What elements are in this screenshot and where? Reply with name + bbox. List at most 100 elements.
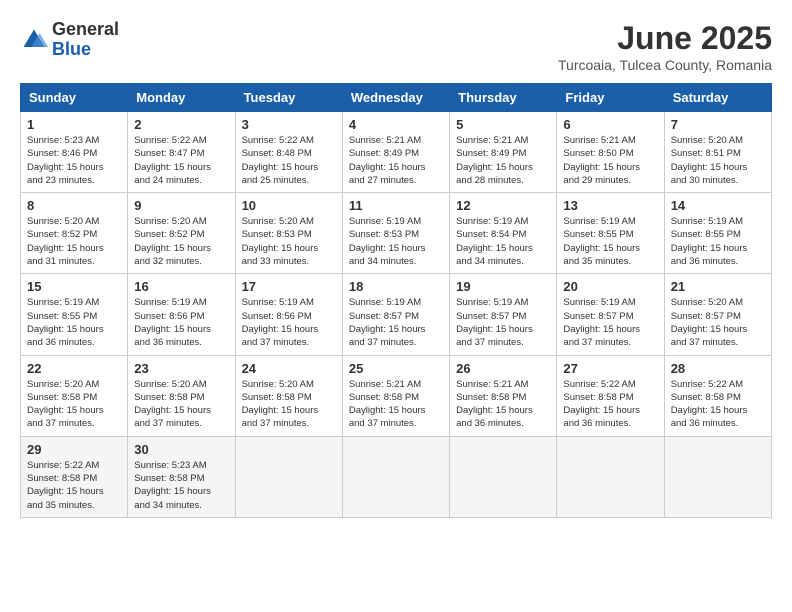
location: Turcoaia, Tulcea County, Romania	[558, 57, 772, 73]
logo-general: General	[52, 20, 119, 40]
calendar-week-row: 15Sunrise: 5:19 AM Sunset: 8:55 PM Dayli…	[21, 274, 772, 355]
col-monday: Monday	[128, 84, 235, 112]
day-info: Sunrise: 5:22 AM Sunset: 8:58 PM Dayligh…	[27, 459, 121, 512]
calendar-cell: 26Sunrise: 5:21 AM Sunset: 8:58 PM Dayli…	[450, 355, 557, 436]
day-number: 14	[671, 198, 765, 213]
calendar-cell: 12 Sunrise: 5:19 AM Sunset: 8:54 PM Dayli…	[450, 193, 557, 274]
calendar-cell: 25 Sunrise: 5:21 AM Sunset: 8:58 PM Dayli…	[342, 355, 449, 436]
day-number: 11	[349, 198, 443, 213]
day-number: 16	[134, 279, 228, 294]
day-info: Sunrise: 5:22 AM Sunset: 8:58 PM Dayligh…	[671, 378, 765, 431]
day-info: Sunrise: 5:22 AM Sunset: 8:58 PM Dayligh…	[563, 378, 657, 431]
day-number: 20	[563, 279, 657, 294]
logo-text: General Blue	[52, 20, 119, 60]
day-info: Sunrise: 5:20 AM Sunset: 8:52 PM Dayligh…	[134, 215, 228, 268]
calendar-cell: 24Sunrise: 5:20 AM Sunset: 8:58 PM Dayli…	[235, 355, 342, 436]
day-info: Sunrise: 5:21 AM Sunset: 8:50 PM Dayligh…	[563, 134, 657, 187]
calendar-cell: 14 Sunrise: 5:19 AM Sunset: 8:55 PM Dayli…	[664, 193, 771, 274]
calendar-table: Sunday Monday Tuesday Wednesday Thursday…	[20, 83, 772, 518]
col-saturday: Saturday	[664, 84, 771, 112]
day-info: Sunrise: 5:21 AM Sunset: 8:58 PM Dayligh…	[456, 378, 550, 431]
calendar-header: Sunday Monday Tuesday Wednesday Thursday…	[21, 84, 772, 112]
day-number: 18	[349, 279, 443, 294]
day-info: Sunrise: 5:22 AM Sunset: 8:47 PM Dayligh…	[134, 134, 228, 187]
col-wednesday: Wednesday	[342, 84, 449, 112]
logo-blue: Blue	[52, 40, 119, 60]
calendar-week-row: 29 Sunrise: 5:22 AM Sunset: 8:58 PM Dayli…	[21, 436, 772, 517]
day-number: 19	[456, 279, 550, 294]
day-number: 25	[349, 361, 443, 376]
calendar-cell: 10Sunrise: 5:20 AM Sunset: 8:53 PM Dayli…	[235, 193, 342, 274]
day-info: Sunrise: 5:19 AM Sunset: 8:55 PM Dayligh…	[671, 215, 765, 268]
day-info: Sunrise: 5:19 AM Sunset: 8:57 PM Dayligh…	[563, 296, 657, 349]
calendar-cell	[235, 436, 342, 517]
day-info: Sunrise: 5:23 AM Sunset: 8:58 PM Dayligh…	[134, 459, 228, 512]
day-info: Sunrise: 5:21 AM Sunset: 8:58 PM Dayligh…	[349, 378, 443, 431]
day-number: 8	[27, 198, 121, 213]
day-number: 15	[27, 279, 121, 294]
calendar-cell: 21 Sunrise: 5:20 AM Sunset: 8:57 PM Dayli…	[664, 274, 771, 355]
day-info: Sunrise: 5:19 AM Sunset: 8:54 PM Dayligh…	[456, 215, 550, 268]
day-info: Sunrise: 5:21 AM Sunset: 8:49 PM Dayligh…	[349, 134, 443, 187]
day-number: 3	[242, 117, 336, 132]
day-number: 7	[671, 117, 765, 132]
month-title: June 2025	[558, 20, 772, 57]
calendar-cell	[557, 436, 664, 517]
day-info: Sunrise: 5:20 AM Sunset: 8:58 PM Dayligh…	[27, 378, 121, 431]
day-number: 22	[27, 361, 121, 376]
calendar-cell: 11Sunrise: 5:19 AM Sunset: 8:53 PM Dayli…	[342, 193, 449, 274]
header-row: Sunday Monday Tuesday Wednesday Thursday…	[21, 84, 772, 112]
day-number: 12	[456, 198, 550, 213]
col-friday: Friday	[557, 84, 664, 112]
calendar-cell: 23 Sunrise: 5:20 AM Sunset: 8:58 PM Dayli…	[128, 355, 235, 436]
day-info: Sunrise: 5:22 AM Sunset: 8:48 PM Dayligh…	[242, 134, 336, 187]
calendar-week-row: 22 Sunrise: 5:20 AM Sunset: 8:58 PM Dayli…	[21, 355, 772, 436]
day-number: 28	[671, 361, 765, 376]
calendar-cell: 15Sunrise: 5:19 AM Sunset: 8:55 PM Dayli…	[21, 274, 128, 355]
calendar-cell: 4 Sunrise: 5:21 AM Sunset: 8:49 PM Daylig…	[342, 112, 449, 193]
day-info: Sunrise: 5:20 AM Sunset: 8:57 PM Dayligh…	[671, 296, 765, 349]
day-number: 13	[563, 198, 657, 213]
calendar-body: 1Sunrise: 5:23 AM Sunset: 8:46 PM Daylig…	[21, 112, 772, 518]
day-info: Sunrise: 5:19 AM Sunset: 8:55 PM Dayligh…	[563, 215, 657, 268]
calendar-cell: 1Sunrise: 5:23 AM Sunset: 8:46 PM Daylig…	[21, 112, 128, 193]
calendar-cell: 6 Sunrise: 5:21 AM Sunset: 8:50 PM Daylig…	[557, 112, 664, 193]
day-number: 4	[349, 117, 443, 132]
calendar-cell: 22 Sunrise: 5:20 AM Sunset: 8:58 PM Dayli…	[21, 355, 128, 436]
day-number: 21	[671, 279, 765, 294]
col-tuesday: Tuesday	[235, 84, 342, 112]
page-wrapper: General Blue June 2025 Turcoaia, Tulcea …	[20, 20, 772, 518]
day-info: Sunrise: 5:21 AM Sunset: 8:49 PM Dayligh…	[456, 134, 550, 187]
day-number: 23	[134, 361, 228, 376]
day-info: Sunrise: 5:19 AM Sunset: 8:56 PM Dayligh…	[242, 296, 336, 349]
calendar-week-row: 8 Sunrise: 5:20 AM Sunset: 8:52 PM Daylig…	[21, 193, 772, 274]
day-info: Sunrise: 5:20 AM Sunset: 8:58 PM Dayligh…	[134, 378, 228, 431]
calendar-cell: 17 Sunrise: 5:19 AM Sunset: 8:56 PM Dayli…	[235, 274, 342, 355]
day-number: 6	[563, 117, 657, 132]
day-info: Sunrise: 5:20 AM Sunset: 8:52 PM Dayligh…	[27, 215, 121, 268]
day-number: 29	[27, 442, 121, 457]
calendar-cell: 5 Sunrise: 5:21 AM Sunset: 8:49 PM Daylig…	[450, 112, 557, 193]
calendar-cell: 13 Sunrise: 5:19 AM Sunset: 8:55 PM Dayli…	[557, 193, 664, 274]
calendar-week-row: 1Sunrise: 5:23 AM Sunset: 8:46 PM Daylig…	[21, 112, 772, 193]
logo: General Blue	[20, 20, 119, 60]
calendar-cell: 19Sunrise: 5:19 AM Sunset: 8:57 PM Dayli…	[450, 274, 557, 355]
calendar-cell: 2Sunrise: 5:22 AM Sunset: 8:47 PM Daylig…	[128, 112, 235, 193]
day-number: 17	[242, 279, 336, 294]
calendar-cell: 7 Sunrise: 5:20 AM Sunset: 8:51 PM Daylig…	[664, 112, 771, 193]
day-number: 9	[134, 198, 228, 213]
title-area: June 2025 Turcoaia, Tulcea County, Roman…	[558, 20, 772, 73]
day-info: Sunrise: 5:20 AM Sunset: 8:51 PM Dayligh…	[671, 134, 765, 187]
calendar-cell: 29 Sunrise: 5:22 AM Sunset: 8:58 PM Dayli…	[21, 436, 128, 517]
header: General Blue June 2025 Turcoaia, Tulcea …	[20, 20, 772, 73]
calendar-cell: 8 Sunrise: 5:20 AM Sunset: 8:52 PM Daylig…	[21, 193, 128, 274]
calendar-cell	[664, 436, 771, 517]
day-number: 27	[563, 361, 657, 376]
calendar-cell: 18Sunrise: 5:19 AM Sunset: 8:57 PM Dayli…	[342, 274, 449, 355]
day-number: 5	[456, 117, 550, 132]
calendar-cell	[342, 436, 449, 517]
col-sunday: Sunday	[21, 84, 128, 112]
day-info: Sunrise: 5:20 AM Sunset: 8:58 PM Dayligh…	[242, 378, 336, 431]
calendar-cell: 20 Sunrise: 5:19 AM Sunset: 8:57 PM Dayli…	[557, 274, 664, 355]
calendar-cell: 28 Sunrise: 5:22 AM Sunset: 8:58 PM Dayli…	[664, 355, 771, 436]
